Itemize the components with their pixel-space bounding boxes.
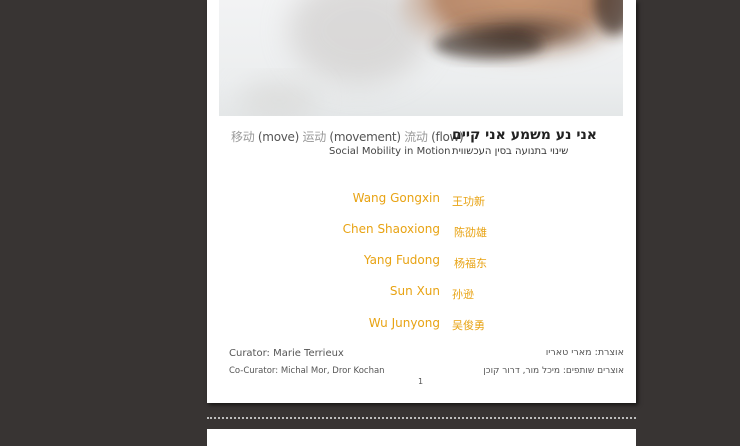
title-part: (move) [254,130,303,144]
artist-name-chinese: 陈劭雄 [454,226,487,239]
curator-hebrew: אוצרת: מארי טאריו [545,347,624,358]
page-divider [207,417,636,419]
title-hebrew: אני נע משמע אני קיים [452,127,597,143]
cocurator-hebrew: אוצרים שותפים: מיכל מור, דרור קוכן [483,366,624,376]
artist-name-chinese: 孙逊 [452,288,474,301]
title-part: 移动 [231,130,255,144]
title-part: 运动 [302,130,327,144]
artist-name-chinese: 王功新 [452,195,485,208]
artist-name-chinese: 吴俊勇 [452,319,485,332]
artist-name-english: Wang Gongxin [352,191,440,205]
artist-name-chinese: 杨福东 [454,257,487,270]
cocurator-english: Co-Curator: Michal Mor, Dror Kochan [229,366,385,376]
artist-name-english: Sun Xun [389,284,440,298]
artist-name-english: Chen Shaoxiong [342,222,440,236]
subtitle-hebrew: שינוי בתנועה בסין העכשווית [452,146,569,157]
title-part: 流动 [404,130,428,144]
artist-name-english: Wu Junyong [368,316,440,330]
curator-english: Curator: Marie Terrieux [229,348,344,359]
blurred-figure-image [239,0,623,116]
next-document-page [207,429,636,446]
page-number: 1 [418,377,424,386]
title-part: (movement) [325,130,405,144]
document-page: 移动 (move) 运动 (movement) 流动 (flow) Social… [207,0,636,403]
artist-name-english: Yang Fudong [363,253,440,267]
hero-image [219,0,623,116]
title-chinese-english: 移动 (move) 运动 (movement) 流动 (flow) [231,128,464,145]
subtitle-english: Social Mobility in Motion [329,146,451,157]
